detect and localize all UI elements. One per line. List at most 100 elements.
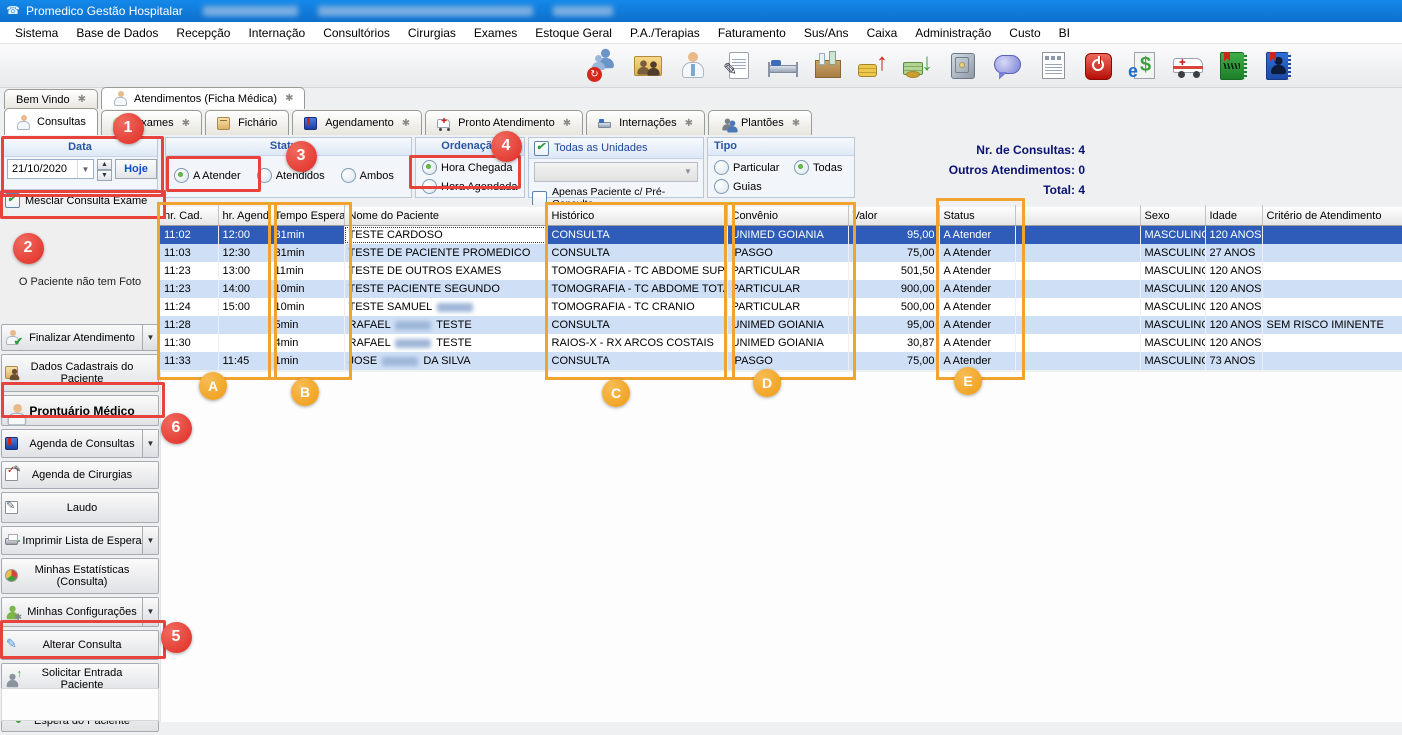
cell-extra[interactable] — [1015, 226, 1140, 245]
radio-todas[interactable]: Todas — [794, 160, 848, 175]
cell-espera[interactable]: 31min — [270, 226, 344, 245]
cell-extra[interactable] — [1015, 334, 1140, 352]
cell-status[interactable]: A Atender — [939, 334, 1015, 352]
checkbox-icon[interactable] — [5, 193, 20, 208]
radio-guias[interactable]: Guias — [714, 179, 794, 194]
cell-historico[interactable]: TOMOGRAFIA - TC CRANIO — [547, 298, 727, 316]
cell-idade[interactable]: 120 ANOS — [1205, 334, 1262, 352]
menu-item-estoque-geral[interactable]: Estoque Geral — [526, 23, 621, 43]
cell-hr_agend[interactable]: 11:45 — [218, 352, 270, 370]
cell-nome[interactable]: TESTE SAMUEL — [344, 298, 547, 316]
cell-hr_cad[interactable]: 11:33 — [160, 352, 218, 370]
cell-criterio[interactable] — [1262, 244, 1402, 262]
tab-plantoes[interactable]: Plantões✱ — [708, 110, 812, 135]
cell-valor[interactable]: 75,00 — [848, 352, 939, 370]
date-dropdown-icon[interactable]: ▼ — [77, 160, 93, 178]
cell-nome[interactable]: JOSE DA SILVA — [344, 352, 547, 370]
cell-hr_agend[interactable]: 13:00 — [218, 262, 270, 280]
cell-valor[interactable]: 30,87 — [848, 334, 939, 352]
table-row[interactable]: 11:2314:0010minTESTE PACIENTE SEGUNDOTOM… — [160, 280, 1402, 298]
cell-extra[interactable] — [1015, 298, 1140, 316]
menu-item-bi[interactable]: BI — [1050, 23, 1079, 43]
doctor-icon[interactable] — [676, 49, 710, 83]
ecg-book-icon[interactable] — [1216, 49, 1250, 83]
cell-status[interactable]: A Atender — [939, 244, 1015, 262]
cell-valor[interactable]: 75,00 — [848, 244, 939, 262]
col-idade[interactable]: Idade — [1205, 206, 1262, 226]
radio-particular[interactable]: Particular — [714, 160, 794, 175]
hospital-bed-icon[interactable] — [766, 49, 800, 83]
menu-item-caixa[interactable]: Caixa — [858, 23, 907, 43]
cell-espera[interactable]: 31min — [270, 244, 344, 262]
col-valor[interactable]: Valor — [848, 206, 939, 226]
cell-convenio[interactable]: IPASGO — [727, 352, 848, 370]
cell-nome[interactable]: TESTE DE OUTROS EXAMES — [344, 262, 547, 280]
sidebar-button-dados-cadastrais-do-paciente[interactable]: Dados Cadastrais do Paciente — [1, 354, 159, 392]
sidebar-button-finalizar-atendimento[interactable]: ✔Finalizar Atendimento▼ — [1, 324, 159, 351]
col-tempo-espera[interactable]: Tempo Espera — [270, 206, 344, 226]
menu-item-p-a-terapias[interactable]: P.A./Terapias — [621, 23, 709, 43]
cell-sexo[interactable]: MASCULINO — [1140, 244, 1205, 262]
dropdown-arrow-icon[interactable]: ▼ — [142, 598, 158, 626]
col-hr-agend[interactable]: hr. Agend — [218, 206, 270, 226]
table-row[interactable]: 11:0212:0031minTESTE CARDOSOCONSULTAUNIM… — [160, 226, 1402, 245]
radio-icon[interactable] — [714, 179, 729, 194]
cell-sexo[interactable]: MASCULINO — [1140, 298, 1205, 316]
radio-icon[interactable] — [341, 168, 356, 183]
cell-hr_cad[interactable]: 11:28 — [160, 316, 218, 334]
menu-item-faturamento[interactable]: Faturamento — [709, 23, 795, 43]
cell-espera[interactable]: 5min — [270, 316, 344, 334]
cell-extra[interactable] — [1015, 244, 1140, 262]
cell-criterio[interactable] — [1262, 226, 1402, 245]
cell-criterio[interactable]: SEM RISCO IMINENTE — [1262, 316, 1402, 334]
cell-convenio[interactable]: PARTICULAR — [727, 298, 848, 316]
tab-close-icon[interactable]: ✱ — [563, 118, 571, 129]
radio-hora-agendada[interactable]: Hora Agendada — [422, 179, 518, 194]
menu-item-custo[interactable]: Custo — [1000, 23, 1049, 43]
sidebar-button-alterar-consulta[interactable]: ✎Alterar Consulta — [1, 630, 159, 660]
cell-convenio[interactable]: PARTICULAR — [727, 280, 848, 298]
menu-item-base-de-dados[interactable]: Base de Dados — [67, 23, 167, 43]
radio-hora-chegada[interactable]: Hora Chegada — [422, 160, 518, 175]
cell-valor[interactable]: 501,50 — [848, 262, 939, 280]
radio-icon[interactable] — [257, 168, 272, 183]
table-row[interactable]: 11:304minRAFAEL TESTERAIOS-X - RX ARCOS … — [160, 334, 1402, 352]
col-sexo[interactable]: Sexo — [1140, 206, 1205, 226]
cell-nome[interactable]: TESTE CARDOSO — [344, 226, 547, 245]
menu-item-sistema[interactable]: Sistema — [6, 23, 67, 43]
sidebar-button-agenda-de-consultas[interactable]: Agenda de Consultas▼ — [1, 429, 159, 458]
menu-item-recepcao[interactable]: Recepção — [167, 23, 239, 43]
sidebar-button-laudo[interactable]: ✎Laudo — [1, 492, 159, 523]
cell-idade[interactable]: 120 ANOS — [1205, 316, 1262, 334]
contacts-book-icon[interactable] — [1261, 49, 1295, 83]
appointments-table[interactable]: hr. Cad.hr. AgendTempo EsperaNome do Pac… — [160, 205, 1402, 370]
cell-historico[interactable]: CONSULTA — [547, 244, 727, 262]
cell-hr_agend[interactable]: 12:00 — [218, 226, 270, 245]
cell-extra[interactable] — [1015, 316, 1140, 334]
cell-espera[interactable]: 11min — [270, 262, 344, 280]
tab-exames[interactable]: Exames✱ — [101, 110, 202, 135]
cell-historico[interactable]: TOMOGRAFIA - TC ABDOME SUP. — [547, 262, 727, 280]
tab-close-icon[interactable]: ✱ — [402, 118, 410, 129]
cell-historico[interactable]: RAIOS-X - RX ARCOS COSTAIS — [547, 334, 727, 352]
cell-sexo[interactable]: MASCULINO — [1140, 280, 1205, 298]
cell-idade[interactable]: 27 ANOS — [1205, 244, 1262, 262]
today-button[interactable]: Hoje — [115, 159, 157, 179]
menu-item-sus-ans[interactable]: Sus/Ans — [795, 23, 858, 43]
table-row[interactable]: 11:0312:3031minTESTE DE PACIENTE PROMEDI… — [160, 244, 1402, 262]
cell-status[interactable]: A Atender — [939, 298, 1015, 316]
cell-extra[interactable] — [1015, 352, 1140, 370]
cell-nome[interactable]: RAFAEL TESTE — [344, 316, 547, 334]
cell-nome[interactable]: TESTE DE PACIENTE PROMEDICO — [344, 244, 547, 262]
menu-item-administracao[interactable]: Administração — [906, 23, 1000, 43]
sidebar-button-minhas-estatisticas-consulta[interactable]: Minhas Estatísticas (Consulta) — [1, 558, 159, 594]
all-units-checkbox[interactable]: Todas as Unidades — [529, 138, 703, 159]
sidebar-button-minhas-configuracoes[interactable]: ✱Minhas Configurações▼ — [1, 597, 159, 627]
cell-convenio[interactable]: UNIMED GOIANIA — [727, 316, 848, 334]
tab-close-icon[interactable]: ✱ — [792, 118, 800, 129]
cell-convenio[interactable]: UNIMED GOIANIA — [727, 226, 848, 245]
cell-criterio[interactable] — [1262, 352, 1402, 370]
col-hr-cad[interactable]: hr. Cad. — [160, 206, 218, 226]
cell-espera[interactable]: 10min — [270, 298, 344, 316]
cell-extra[interactable] — [1015, 280, 1140, 298]
